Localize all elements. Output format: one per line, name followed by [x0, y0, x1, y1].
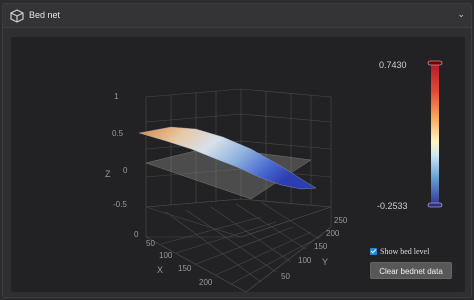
colorbar-max-value: 0.7430 [379, 60, 407, 70]
x-tick: 200 [199, 278, 213, 287]
colorbar [431, 63, 439, 205]
z-tick: 1 [114, 92, 119, 101]
z-axis-label: Z [105, 169, 111, 179]
panel-header[interactable]: Bed net ⌄ [3, 4, 471, 28]
y-tick: 200 [326, 229, 340, 238]
y-tick: 50 [281, 272, 290, 281]
z-tick: 0 [123, 166, 128, 175]
chevron-down-icon[interactable]: ⌄ [457, 9, 465, 20]
x-tick: 0 [134, 230, 139, 239]
checkbox-checked-icon[interactable] [370, 248, 377, 255]
colorbar-max-handle[interactable] [427, 60, 443, 66]
cube-icon [10, 9, 24, 23]
z-tick: 0.5 [112, 129, 124, 138]
y-tick: 150 [314, 242, 328, 251]
colorbar-min-handle[interactable] [427, 202, 443, 208]
colorbar-min-value: -0.2533 [377, 201, 408, 211]
panel-title: Bed net [29, 10, 61, 20]
bed-net-content: 1 0.5 0 -0.5 Z 0 50 100 150 200 X 250 20… [11, 37, 465, 292]
x-tick: 150 [178, 264, 192, 273]
x-tick: 100 [159, 251, 173, 260]
show-bed-level-label: Show bed level [380, 247, 430, 256]
y-tick: 250 [334, 216, 348, 225]
x-tick: 50 [146, 239, 155, 248]
z-tick: -0.5 [113, 200, 127, 209]
bed-net-panel: Bed net ⌄ 1 0.5 0 -0.5 Z 0 50 100 150 20… [2, 3, 472, 298]
y-tick: 100 [298, 256, 312, 265]
x-axis-label: X [157, 265, 163, 275]
clear-bednet-data-button[interactable]: Clear bednet data [370, 262, 452, 279]
show-bed-level-checkbox[interactable]: Show bed level [370, 247, 429, 256]
y-axis-label: Y [322, 257, 328, 267]
